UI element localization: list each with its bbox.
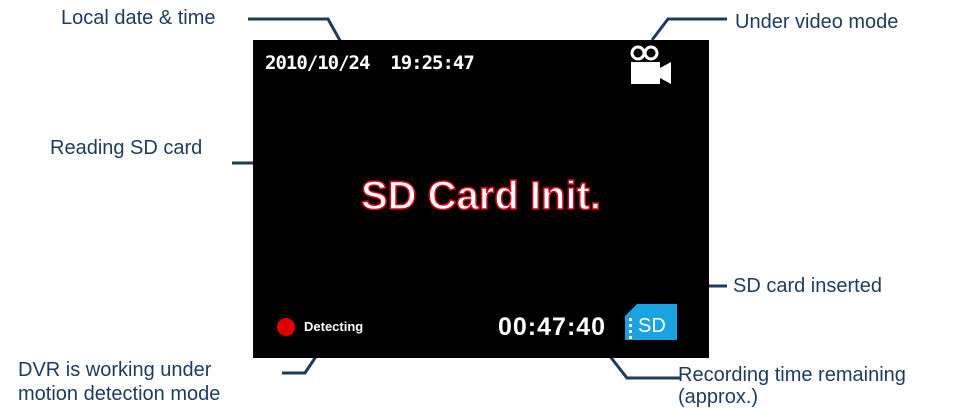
label-reading-sd: Reading SD card	[50, 137, 203, 159]
label-video-mode: Under video mode	[735, 11, 899, 33]
label-remaining-line1: Recording time remaining	[678, 364, 906, 386]
dvr-screen: 2010/10/24 19:25:47 SD Card Init. Detect…	[253, 40, 709, 358]
screen-datetime: 2010/10/24 19:25:47	[265, 52, 475, 74]
label-remaining-line2: (approx.)	[678, 386, 759, 408]
leader-line-video-mode	[650, 17, 727, 41]
leader-line-remaining	[607, 354, 680, 380]
label-local-datetime: Local date & time	[61, 7, 216, 29]
record-dot-icon	[277, 318, 295, 336]
label-dvr-line1: DVR is working under	[18, 359, 212, 381]
video-camera-icon	[629, 45, 673, 92]
recording-time-remaining: 00:47:40	[498, 313, 607, 341]
label-dvr-line2: motion detection mode	[18, 383, 221, 405]
label-sd-inserted: SD card inserted	[733, 275, 882, 297]
sd-card-init-status: SD Card Init.	[360, 173, 602, 219]
sd-card-text: SD	[638, 315, 666, 337]
detecting-indicator: Detecting	[304, 319, 364, 334]
sd-card-icon: SD	[625, 304, 677, 345]
